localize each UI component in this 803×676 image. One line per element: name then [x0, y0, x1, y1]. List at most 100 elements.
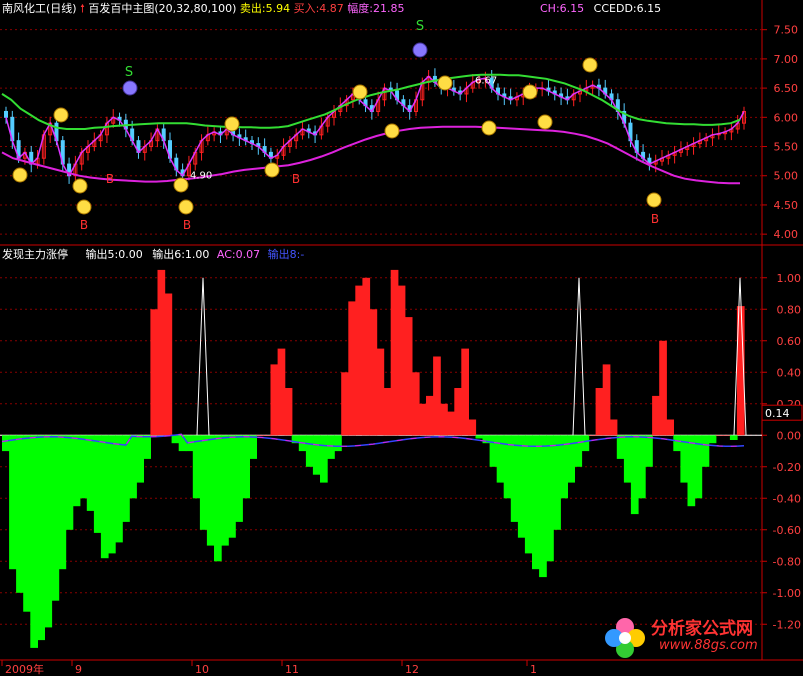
chart-header: 南风化工(日线) 🠕 百发百中主图(20,32,80,100) 卖出:5.94 …	[2, 2, 405, 16]
out6-value: 输出6:1.00	[152, 248, 210, 261]
indicator-bar	[454, 388, 462, 436]
indicator-bar	[334, 435, 342, 452]
indicator-bar	[355, 285, 363, 436]
sell-signal-s: S	[125, 65, 133, 80]
indicator-bar	[510, 435, 519, 522]
indicator-tick-label: -1.00	[773, 587, 801, 600]
indicator-bar	[341, 372, 349, 436]
stock-name: 南风化工(日线)	[2, 2, 77, 15]
low-price-label: 4.90	[190, 171, 212, 182]
indicator-bar	[199, 435, 208, 530]
indicator-bar	[79, 435, 88, 499]
high-price-label: 6.67	[475, 75, 497, 86]
out5-value: 输出5:0.00	[85, 248, 143, 261]
indicator-bar	[235, 435, 243, 522]
buy-signal-b: B	[106, 172, 114, 186]
indicator-bar	[687, 435, 696, 507]
chart-canvas: 7.50 7.00 6.50 6.00 5.50 5.00 4.50 4.00 6.67 4.90…	[0, 0, 803, 676]
indicator-bar	[616, 435, 625, 459]
indicator-bar	[638, 435, 646, 499]
frown-icon	[412, 42, 428, 58]
indicator-bar	[249, 435, 257, 459]
indicator-bar	[228, 435, 236, 538]
sell-value: 卖出:5.94	[239, 2, 291, 15]
indicator-bar	[588, 435, 597, 436]
indicator-bar	[426, 395, 434, 436]
indicator-tick-label: -0.40	[773, 492, 801, 505]
indicator-bar	[369, 309, 378, 436]
indicator-bar	[433, 356, 441, 436]
price-tick-label: 4.50	[774, 199, 799, 212]
smiley-icon	[437, 75, 453, 91]
indicator-bar	[86, 435, 95, 511]
indicator-bar	[447, 411, 455, 436]
indicator-bar	[729, 435, 738, 440]
price-tick-label: 7.50	[774, 24, 799, 37]
indicator-bar	[539, 435, 547, 578]
indicator-bar	[581, 435, 590, 452]
indicator-bar	[9, 435, 17, 570]
indicator-tick-label: 0.00	[777, 429, 802, 442]
indicator-bar	[171, 435, 180, 444]
indicator-bar	[722, 435, 731, 436]
ac-value: AC:0.07	[216, 248, 261, 261]
indicator-tick-label: 0.80	[777, 303, 802, 316]
indicator-bar	[37, 435, 45, 641]
smiley-icon	[646, 192, 662, 208]
ch-value: CH:6.15	[540, 2, 585, 15]
indicator-bar	[383, 388, 392, 436]
indicator-name: 百发百中主图(20,32,80,100)	[88, 2, 237, 15]
indicator-bar	[242, 435, 250, 499]
indicator-bar	[659, 340, 667, 436]
indicator-bar	[51, 435, 60, 601]
indicator-bar	[362, 277, 371, 436]
smiley-icon	[224, 116, 240, 132]
indicator-bar	[122, 435, 130, 522]
indicator-bar	[312, 435, 321, 475]
buy-value: 买入:4.87	[293, 2, 344, 15]
price-tick-label: 5.50	[774, 141, 799, 154]
indicator-bar	[630, 435, 639, 515]
smiley-icon	[72, 178, 88, 194]
smiley-icon	[481, 120, 497, 136]
frown-icon	[122, 80, 138, 96]
indicator-tick-label: -0.60	[773, 524, 801, 537]
indicator-bar	[666, 419, 674, 436]
signal-spike	[572, 277, 586, 436]
indicator-bar	[164, 293, 173, 436]
sub-header: 发现主力涨停 输出5:0.00 输出6:1.00 AC:0.07 输出8:-	[2, 248, 304, 262]
green-ma-line	[1, 73, 741, 130]
indicator-tick-label: -0.80	[773, 555, 801, 568]
indicator-tick-label: 1.00	[777, 272, 802, 285]
indicator-bar	[673, 435, 681, 452]
indicator-bar	[602, 364, 611, 436]
indicator-bar	[418, 403, 427, 436]
indicator-bar	[157, 269, 166, 436]
indicator-bar	[461, 348, 469, 436]
indicator-bar	[623, 435, 632, 483]
indicator-bar	[270, 364, 279, 436]
x-tick-label: 11	[285, 663, 299, 676]
indicator-bar	[404, 317, 413, 436]
indicator-bar	[58, 435, 67, 570]
up-arrow-icon: 🠕	[80, 2, 85, 15]
indicator-tick-label: -0.20	[773, 461, 801, 474]
indicator-bar	[30, 435, 38, 648]
indicator-bar	[468, 419, 477, 436]
indicator-bar	[115, 435, 123, 543]
smiley-icon	[352, 84, 368, 100]
indicator-bar	[23, 435, 31, 612]
indicator-bar	[150, 309, 159, 436]
range-value: 幅度:21.85	[347, 2, 405, 15]
indicator-bar	[652, 395, 660, 436]
buy-signal-b: B	[292, 172, 300, 186]
indicator-bar	[524, 435, 533, 554]
indicator-bar	[595, 388, 604, 436]
out8-value: 输出8:-	[267, 248, 305, 261]
indicator-bar	[397, 285, 406, 436]
x-tick-label: 10	[195, 663, 209, 676]
smiley-icon	[53, 107, 69, 123]
indicator-bar	[475, 435, 484, 439]
indicator-bar	[136, 435, 144, 483]
x-tick-label: 12	[405, 663, 419, 676]
